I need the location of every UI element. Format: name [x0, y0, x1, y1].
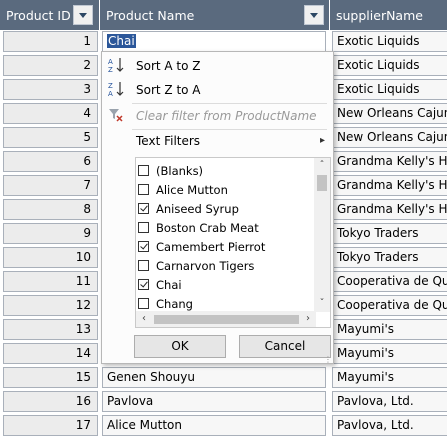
product-name-cell[interactable]: Alice Mutton — [102, 415, 326, 436]
resize-grip-icon[interactable]: ⋮ — [324, 355, 332, 364]
column-header-label: Product ID — [6, 8, 71, 23]
text-filters-item[interactable]: Text Filters ▸ — [102, 129, 333, 153]
filter-value-label: Boston Crab Meat — [156, 221, 259, 235]
sort-a-to-z-item[interactable]: AZ Sort A to Z — [102, 54, 333, 78]
clear-filter-icon — [107, 106, 125, 124]
column-header-supplier-name[interactable]: supplierName — [330, 0, 447, 30]
product-id-cell[interactable]: 9 — [3, 223, 98, 244]
product-id-cell[interactable]: 17 — [3, 415, 98, 436]
supplier-name-cell[interactable]: New Orleans Cajun — [332, 127, 447, 148]
selected-text: Chai — [107, 34, 136, 48]
checked-checkbox-icon[interactable] — [138, 241, 149, 252]
clear-filter-item: Clear filter from ProductName — [102, 104, 333, 128]
product-id-cell[interactable]: 1 — [3, 31, 98, 52]
sort-z-to-a-label: Sort Z to A — [136, 83, 201, 97]
unchecked-checkbox-icon[interactable] — [138, 165, 149, 176]
sort-ascending-icon: AZ — [107, 56, 125, 74]
filter-menu: AZ Sort A to Z ZA Sort Z to A Clear filt… — [101, 51, 334, 364]
supplier-name-cell[interactable]: Grandma Kelly's H — [332, 199, 447, 220]
filter-value-item[interactable]: (Blanks) — [136, 162, 316, 181]
product-name-cell[interactable]: Genen Shouyu — [102, 367, 326, 388]
column-header-product-name[interactable]: Product Name — [100, 0, 329, 30]
column-header-label: supplierName — [336, 8, 423, 23]
supplier-name-cell[interactable]: Pavlova, Ltd. — [332, 415, 447, 436]
supplier-name-cell[interactable]: Exotic Liquids — [332, 79, 447, 100]
product-id-cell[interactable]: 7 — [3, 175, 98, 196]
filter-value-label: (Blanks) — [156, 164, 204, 178]
submenu-arrow-icon: ▸ — [319, 135, 325, 146]
unchecked-checkbox-icon[interactable] — [138, 260, 149, 271]
clear-filter-label: Clear filter from ProductName — [136, 109, 317, 123]
scroll-up-icon[interactable]: ˆ — [314, 158, 330, 174]
product-id-cell[interactable]: 10 — [3, 247, 98, 268]
filter-dropdown-button[interactable] — [304, 5, 324, 25]
filter-value-item[interactable]: Alice Mutton — [136, 181, 316, 200]
product-id-cell[interactable]: 5 — [3, 127, 98, 148]
vertical-scroll-thumb[interactable] — [317, 175, 327, 191]
scroll-left-icon[interactable]: ‹ — [136, 311, 152, 327]
filter-value-label: Aniseed Syrup — [156, 202, 239, 216]
supplier-name-cell[interactable]: Cooperativa de Qu — [332, 271, 447, 292]
filter-value-item[interactable]: Camembert Pierrot — [136, 238, 316, 257]
product-id-cell[interactable]: 6 — [3, 151, 98, 172]
filter-value-label: Chai — [156, 278, 182, 292]
ok-button[interactable]: OK — [134, 335, 226, 358]
filter-value-label: Camembert Pierrot — [156, 240, 266, 254]
filter-value-item[interactable]: Carnarvon Tigers — [136, 257, 316, 276]
supplier-name-cell[interactable]: Exotic Liquids — [332, 55, 447, 76]
sort-descending-icon: ZA — [107, 80, 125, 98]
supplier-name-cell[interactable]: Exotic Liquids — [332, 31, 447, 52]
supplier-name-cell[interactable]: New Orleans Cajun — [332, 103, 447, 124]
unchecked-checkbox-icon[interactable] — [138, 184, 149, 195]
product-id-cell[interactable]: 16 — [3, 391, 98, 412]
filter-value-label: Alice Mutton — [156, 183, 228, 197]
filter-value-label: Chang — [156, 297, 193, 311]
supplier-name-cell[interactable]: Pavlova, Ltd. — [332, 391, 447, 412]
supplier-name-cell[interactable]: Tokyo Traders — [332, 247, 447, 268]
unchecked-checkbox-icon[interactable] — [138, 298, 149, 309]
product-id-cell[interactable]: 15 — [3, 367, 98, 388]
scroll-right-icon[interactable]: › — [300, 311, 316, 327]
filter-value-label: Carnarvon Tigers — [156, 259, 255, 273]
unchecked-checkbox-icon[interactable] — [138, 222, 149, 233]
svg-text:A: A — [108, 58, 113, 66]
scroll-down-icon[interactable]: ˇ — [314, 296, 330, 312]
supplier-name-cell[interactable]: Cooperativa de Qu — [332, 295, 447, 316]
product-id-cell[interactable]: 12 — [3, 295, 98, 316]
text-filters-label: Text Filters — [136, 134, 201, 148]
sort-z-to-a-item[interactable]: ZA Sort Z to A — [102, 78, 333, 102]
filter-dropdown-button[interactable] — [73, 5, 93, 25]
product-id-cell[interactable]: 14 — [3, 343, 98, 364]
filter-value-item[interactable]: Aniseed Syrup — [136, 200, 316, 219]
svg-text:Z: Z — [108, 66, 113, 74]
supplier-name-cell[interactable]: Tokyo Traders — [332, 223, 447, 244]
column-header-product-id[interactable]: Product ID — [0, 0, 99, 30]
product-id-cell[interactable]: 4 — [3, 103, 98, 124]
supplier-name-cell[interactable]: Mayumi's — [332, 319, 447, 340]
product-name-cell[interactable]: Chai — [102, 31, 326, 52]
supplier-name-cell[interactable]: Grandma Kelly's H — [332, 151, 447, 172]
column-header-label: Product Name — [106, 8, 195, 23]
product-name-cell[interactable]: Pavlova — [102, 391, 326, 412]
product-id-cell[interactable]: 2 — [3, 55, 98, 76]
product-id-cell[interactable]: 8 — [3, 199, 98, 220]
horizontal-scrollbar[interactable]: ‹ › — [136, 311, 316, 327]
filter-value-item[interactable]: Chai — [136, 276, 316, 295]
filter-values-list[interactable]: (Blanks) Alice Mutton Aniseed Syrup Boston … — [135, 157, 331, 328]
product-id-cell[interactable]: 3 — [3, 79, 98, 100]
supplier-name-cell[interactable]: Mayumi's — [332, 367, 447, 388]
supplier-name-cell[interactable]: Grandma Kelly's H — [332, 175, 447, 196]
product-id-cell[interactable]: 13 — [3, 319, 98, 340]
sort-a-to-z-label: Sort A to Z — [136, 59, 201, 73]
supplier-name-cell[interactable]: Mayumi's — [332, 343, 447, 364]
svg-text:A: A — [108, 90, 113, 98]
svg-text:Z: Z — [108, 82, 113, 90]
filter-value-item[interactable]: Boston Crab Meat — [136, 219, 316, 238]
cancel-button[interactable]: Cancel — [239, 335, 331, 358]
checked-checkbox-icon[interactable] — [138, 279, 149, 290]
checked-checkbox-icon[interactable] — [138, 203, 149, 214]
horizontal-scroll-thumb[interactable] — [154, 315, 299, 324]
vertical-scrollbar[interactable]: ˆ ˇ — [314, 158, 330, 312]
product-id-cell[interactable]: 11 — [3, 271, 98, 292]
